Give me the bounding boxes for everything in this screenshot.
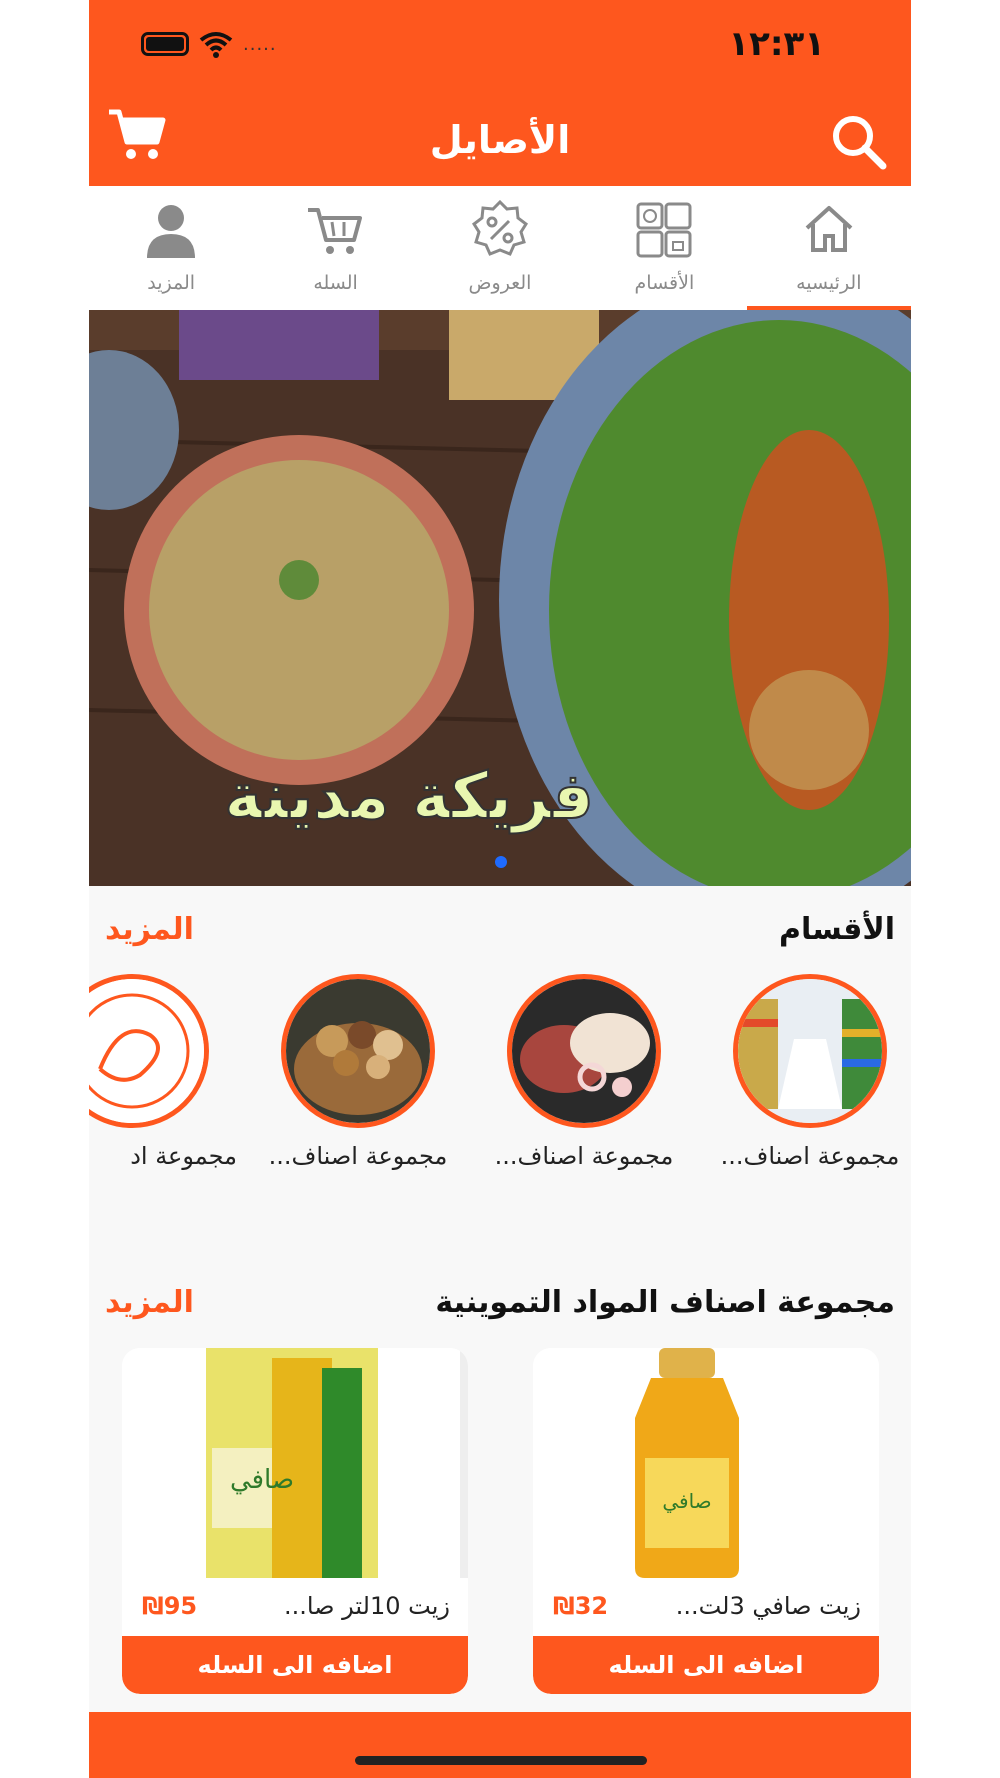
tab-label: العروض <box>468 272 532 294</box>
tab-categories[interactable]: الأقسام <box>582 186 746 310</box>
svg-text:صافي: صافي <box>662 1489 711 1514</box>
category-label: مجموعة اد <box>130 1142 237 1170</box>
tab-label: السله <box>313 272 358 294</box>
product-info: زيت 10لتر صا... ₪95 <box>122 1592 468 1632</box>
category-label: مجموعة اصناف... <box>494 1142 674 1170</box>
wifi-icon <box>199 32 233 58</box>
home-icon <box>805 206 853 252</box>
app-screen: ..... ١٢:٣١ الأصايل الرئيسيه الأقسام الع… <box>89 0 911 1778</box>
home-indicator[interactable] <box>355 1756 647 1765</box>
cart-icon <box>307 208 362 254</box>
user-icon <box>147 205 196 258</box>
battery-icon <box>141 32 189 56</box>
tab-label: الأقسام <box>634 272 695 294</box>
product-price: ₪95 <box>142 1592 198 1620</box>
categories-more-link[interactable]: المزيد <box>105 912 194 947</box>
categories-grid-icon <box>636 202 692 258</box>
search-icon <box>833 116 887 170</box>
banner-caption-text: فريكة مدينة <box>223 759 595 835</box>
bottom-bar <box>89 1712 911 1778</box>
add-to-cart-button[interactable]: اضافه الى السله <box>533 1636 879 1694</box>
add-to-cart-button[interactable]: اضافه الى السله <box>122 1636 468 1694</box>
tab-more[interactable]: المزيد <box>89 186 253 310</box>
cellular-signal: ..... <box>243 33 277 55</box>
product-name: زيت صافي 3لت... <box>675 1592 861 1620</box>
product-card[interactable]: صافي زيت صافي 3لت... ₪32 اضافه الى السله <box>533 1348 879 1694</box>
category-item[interactable]: مجموعة اصناف... <box>705 974 911 1170</box>
status-time: ١٢:٣١ <box>728 24 825 64</box>
category-item[interactable]: مجموعة اد <box>89 974 237 1170</box>
categories-carousel: مجموعة اصناف... مجموعة اصناف... مجموعة ا… <box>89 974 911 1174</box>
categories-title: الأقسام <box>778 912 895 947</box>
svg-text:صافي: صافي <box>230 1465 294 1495</box>
category-logo-image <box>89 974 209 1128</box>
category-label: مجموعة اصناف... <box>268 1142 448 1170</box>
category-label: مجموعة اصناف... <box>720 1142 900 1170</box>
product-image: صافي <box>533 1348 879 1578</box>
tab-label: الرئيسيه <box>796 272 862 294</box>
product-info: زيت صافي 3لت... ₪32 <box>533 1592 879 1632</box>
app-title: الأصايل <box>429 118 571 162</box>
tab-offers[interactable]: العروض <box>418 186 582 310</box>
category-meat-image <box>507 974 661 1128</box>
main-tab-bar: الرئيسيه الأقسام العروض السله المزيد <box>89 186 911 310</box>
product-image: صافي <box>122 1348 468 1578</box>
category-item[interactable]: مجموعة اصناف... <box>253 974 463 1170</box>
category-nuts-image <box>281 974 435 1128</box>
tab-home[interactable]: الرئيسيه <box>746 186 911 310</box>
status-indicators: ..... <box>141 30 277 58</box>
products-more-link[interactable]: المزيد <box>105 1285 194 1320</box>
carousel-dot-active[interactable] <box>495 856 507 868</box>
product-name: زيت 10لتر صا... <box>283 1592 450 1620</box>
tab-cart[interactable]: السله <box>253 186 417 310</box>
tab-label: المزيد <box>147 272 196 294</box>
product-price: ₪32 <box>553 1592 609 1620</box>
header-search-button[interactable] <box>829 112 889 172</box>
product-card[interactable]: صافي زيت 10لتر صا... ₪95 اضافه الى السله <box>122 1348 468 1694</box>
products-title: مجموعة اصناف المواد التموينية <box>435 1285 895 1320</box>
app-header: ..... ١٢:٣١ الأصايل <box>89 0 911 186</box>
banner-caption: فريكة مدينة <box>129 759 689 835</box>
discount-badge-icon <box>471 199 528 256</box>
category-supermarket-image <box>733 974 887 1128</box>
category-item[interactable]: مجموعة اصناف... <box>479 974 689 1170</box>
